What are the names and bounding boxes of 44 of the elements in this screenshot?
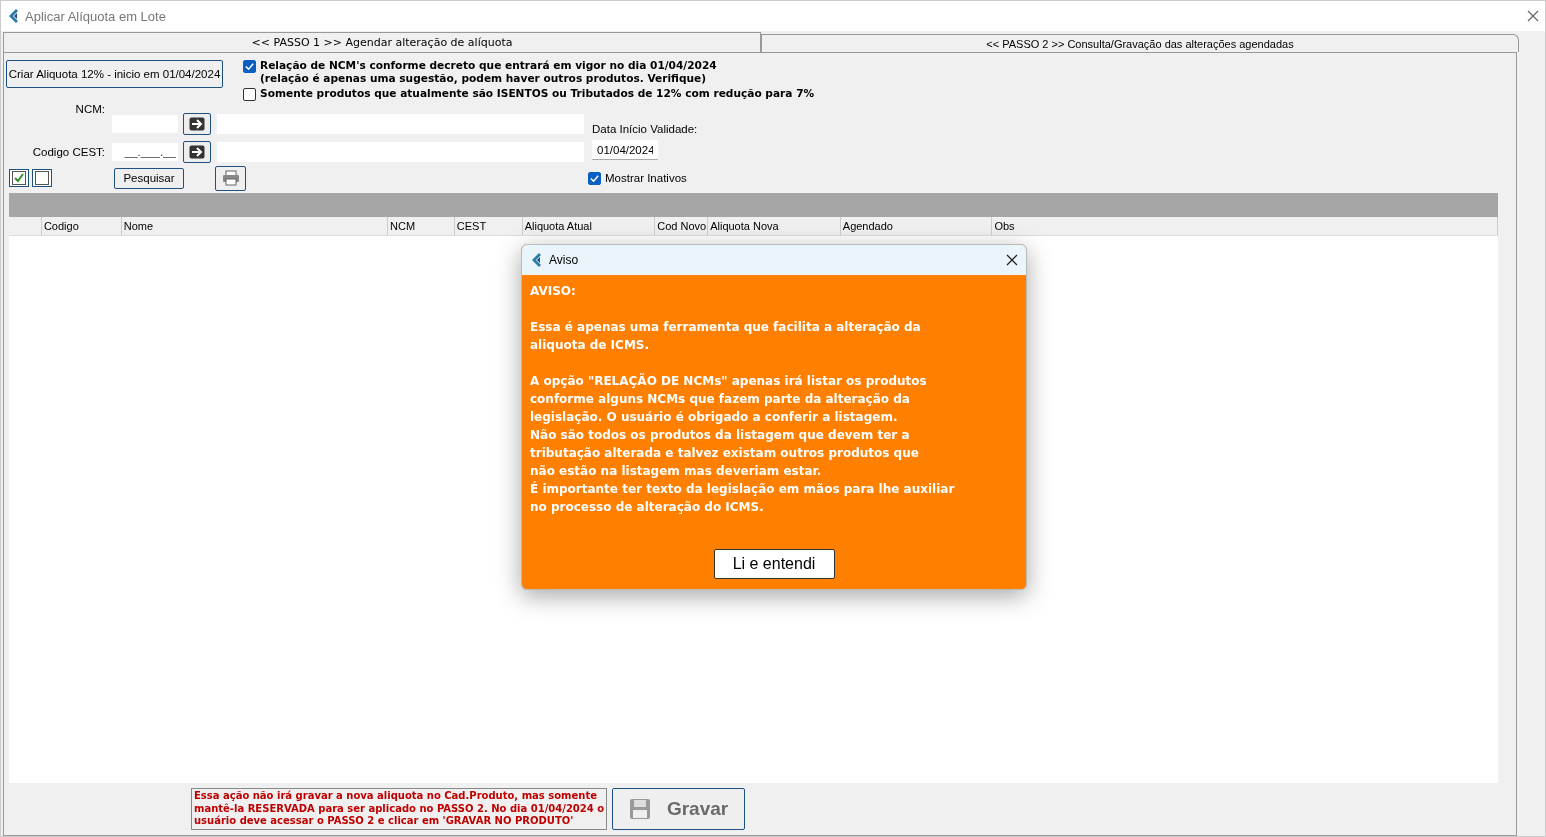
field-label: Data Início Validade: [592, 123, 698, 135]
close-icon[interactable] [1006, 254, 1018, 266]
dialog-heading: AVISO: [530, 283, 577, 300]
column-header: Cod Novo [655, 217, 709, 235]
column-header: Nome [121, 217, 388, 235]
dialog-title: Aviso [549, 253, 580, 267]
check-icon [12, 171, 26, 185]
dialog-paragraph: Essa é apenas uma ferramenta que facilita a alteração da aliquota de ICMS. [530, 319, 922, 354]
confirm-button[interactable]: Li e entendi [713, 549, 835, 579]
print-button[interactable] [215, 165, 246, 191]
app-logo-icon [7, 8, 19, 24]
arrow-icon [189, 117, 205, 131]
option-label: Relação de NCM's conforme decreto que entrará em vigor no dia 01/04/2024 (relação é apenas uma sugestão, podem haver outros produtos. Verifique) [260, 59, 717, 85]
arrow-icon [189, 145, 205, 159]
tab[interactable]: << PASSO 2 >> Consulta/Gravação das alterações agendadas [761, 34, 1519, 52]
check-all-button[interactable] [9, 169, 29, 187]
column-header: Agendado [840, 217, 993, 235]
column-header: Aliquota Atual [522, 217, 656, 235]
dialog-paragraph: A opção "RELAÇÃO DE NCMs" apenas irá listar os produtos conforme alguns NCMs que fazem parte da alteração da legislação. O usuário é obrigado a conferir a listagem. Não são todos os produtos da listagem que devem ter a tributação alterada e talvez existam outros produtos que não estão na listagem mas deveriam estar. É importante ter texto da legislação em mãos para lhe auxiliar no processo de alteração do ICMS. [530, 372, 956, 516]
checkbox[interactable] [243, 88, 256, 101]
warning-notice: Essa ação não irá gravar a nova aliquota no Cad.Produto, mas somente mantê-la RESERVADA para ser aplicado no PASSO 2. No dia 01/04/2024 o usuário deve acessar o PASSO 2 e clicar em 'GRAVAR NO PRODUTO' [191, 787, 608, 831]
field-label: Codigo CEST: [31, 146, 106, 158]
uncheck-all-button[interactable] [32, 169, 52, 187]
tab[interactable]: << PASSO 1 >> Agendar alteração de alíquota [3, 32, 761, 52]
checkbox-label: Mostrar Inativos [605, 172, 687, 184]
save-button[interactable]: Gravar [612, 788, 746, 830]
column-header: Obs [992, 217, 1498, 235]
window-title: Aplicar Alíquota em Lote [25, 8, 167, 24]
column-header: Aliquota Nova [708, 217, 841, 235]
column-header: CEST [454, 217, 523, 235]
printer-icon [221, 170, 240, 186]
option-label: Somente produtos que atualmente são ISENTOS ou Tributados de 12% com redução para 7% [260, 87, 815, 100]
arrow-button[interactable] [183, 113, 211, 135]
checkbox[interactable] [588, 172, 601, 185]
column-header: Codigo [41, 217, 122, 235]
app-logo-icon [530, 252, 542, 268]
column-header: NCM [388, 217, 455, 235]
input-field[interactable]: __.___.__ [112, 143, 178, 161]
empty-box-icon [35, 171, 49, 185]
search-button[interactable]: Pesquisar [114, 167, 184, 189]
checkbox[interactable] [243, 60, 256, 73]
create-button[interactable]: Criar Aliquota 12% - inicio em 01/04/2024 [6, 60, 223, 88]
arrow-button[interactable] [183, 141, 211, 163]
field-label: NCM: [74, 103, 106, 115]
